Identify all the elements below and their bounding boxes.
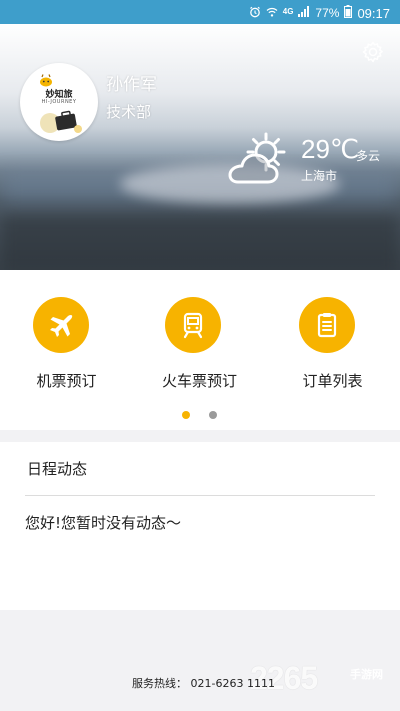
services-panel: 机票预订 火车票预订 订单列表 — [0, 270, 400, 430]
order-icon-circle — [299, 297, 355, 353]
page-dot-inactive[interactable] — [209, 411, 217, 419]
settings-gear-icon[interactable] — [361, 40, 385, 64]
giraffe-logo-icon — [40, 74, 52, 87]
weather-city: 上海市 — [301, 169, 338, 183]
status-bar: 4G 77% 09:17 — [0, 0, 400, 24]
flight-booking-button[interactable]: 机票预订 — [0, 270, 133, 410]
avatar-logo-subtitle: HI-JOURNEY — [41, 99, 77, 105]
page-dot-active[interactable] — [182, 411, 190, 419]
clock-time: 09:17 — [357, 5, 390, 21]
battery-percent: 77% — [315, 6, 340, 20]
train-booking-button[interactable]: 火车票预订 — [133, 270, 266, 410]
flight-booking-label: 机票预订 — [36, 372, 97, 390]
alarm-icon — [249, 6, 261, 21]
background-runway — [0, 214, 400, 270]
order-list-button[interactable]: 订单列表 — [266, 270, 399, 410]
schedule-section: 日程动态 您好!您暂时没有动态～ — [0, 442, 400, 610]
weather-condition: 多云 — [356, 149, 381, 163]
service-hotline[interactable]: 服务热线： 021-6263 1111 — [132, 675, 275, 691]
wifi-icon — [266, 6, 278, 21]
suitcase-illustration-icon — [40, 110, 82, 133]
user-department: 技术部 — [106, 103, 152, 121]
train-icon-circle — [165, 297, 221, 353]
schedule-empty-message: 您好!您暂时没有动态～ — [25, 514, 182, 532]
temperature: 29℃ — [301, 134, 360, 164]
clipboard-icon — [317, 313, 337, 338]
watermark-site: 手游网 — [350, 669, 383, 681]
page-indicator — [0, 411, 400, 421]
train-icon — [183, 312, 203, 339]
airplane-icon — [50, 314, 73, 337]
flight-icon-circle — [33, 297, 89, 353]
order-list-label: 订单列表 — [302, 372, 363, 390]
status-icons: 4G 77% 09:17 — [249, 5, 390, 21]
train-booking-label: 火车票预订 — [161, 372, 237, 390]
schedule-title: 日程动态 — [27, 460, 88, 478]
user-name: 孙作军 — [106, 75, 157, 95]
partly-cloudy-icon — [224, 130, 292, 186]
signal-icon — [298, 6, 310, 20]
avatar[interactable]: 妙知旅 HI-JOURNEY — [20, 63, 98, 141]
battery-icon — [344, 5, 353, 21]
schedule-divider — [25, 495, 375, 496]
network-type-label: 4G — [282, 6, 294, 16]
